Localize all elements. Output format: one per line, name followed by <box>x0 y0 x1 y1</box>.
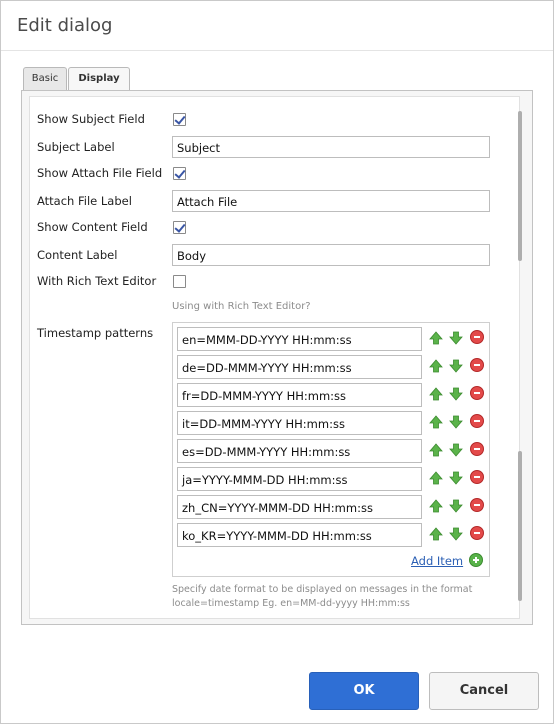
content-label-label: Content Label <box>37 248 118 262</box>
scrollbar-thumb-lower[interactable] <box>518 451 522 601</box>
move-down-icon[interactable] <box>449 499 463 513</box>
show-attach-checkbox[interactable] <box>173 167 186 180</box>
show-content-checkbox[interactable] <box>173 221 186 234</box>
timestamp-input[interactable]: fr=DD-MMM-YYYY HH:mm:ss <box>177 383 422 407</box>
move-up-icon[interactable] <box>429 359 443 373</box>
show-attach-label: Show Attach File Field <box>37 166 163 180</box>
move-up-icon[interactable] <box>429 331 443 345</box>
move-up-icon[interactable] <box>429 471 443 485</box>
move-down-icon[interactable] <box>449 471 463 485</box>
move-up-icon[interactable] <box>429 527 443 541</box>
dialog-title: Edit dialog <box>17 15 113 36</box>
move-down-icon[interactable] <box>449 443 463 457</box>
move-up-icon[interactable] <box>429 443 443 457</box>
move-down-icon[interactable] <box>449 331 463 345</box>
add-item-link[interactable]: Add Item <box>411 554 463 568</box>
timestamp-row: zh_CN=YYYY-MMM-DD HH:mm:ss <box>177 495 487 519</box>
move-up-icon[interactable] <box>429 387 443 401</box>
remove-icon[interactable] <box>470 414 484 428</box>
cancel-button[interactable]: Cancel <box>429 672 539 710</box>
timestamp-label: Timestamp patterns <box>37 326 154 340</box>
show-content-label: Show Content Field <box>37 220 148 234</box>
footer-divider <box>1 641 553 642</box>
timestamp-description: Specify date format to be displayed on m… <box>172 584 473 609</box>
timestamp-input[interactable]: ko_KR=YYYY-MMM-DD HH:mm:ss <box>177 523 422 547</box>
move-down-icon[interactable] <box>449 359 463 373</box>
add-icon[interactable] <box>469 553 483 567</box>
rich-text-label: With Rich Text Editor <box>37 274 157 288</box>
timestamp-input[interactable]: de=DD-MMM-YYYY HH:mm:ss <box>177 355 422 379</box>
move-down-icon[interactable] <box>449 387 463 401</box>
move-down-icon[interactable] <box>449 415 463 429</box>
edit-dialog: Edit dialog Basic Display Show Subject F… <box>0 0 554 724</box>
rich-text-checkbox[interactable] <box>173 275 186 288</box>
title-divider <box>1 50 553 51</box>
remove-icon[interactable] <box>470 358 484 372</box>
timestamp-row: ko_KR=YYYY-MMM-DD HH:mm:ss <box>177 523 487 547</box>
remove-icon[interactable] <box>470 442 484 456</box>
timestamp-input[interactable]: ja=YYYY-MMM-DD HH:mm:ss <box>177 467 422 491</box>
content-label-input[interactable]: Body <box>172 244 490 266</box>
tab-basic[interactable]: Basic <box>23 67 67 91</box>
subject-label-input[interactable]: Subject <box>172 136 490 158</box>
attach-label-input[interactable]: Attach File <box>172 190 490 212</box>
timestamp-row: fr=DD-MMM-YYYY HH:mm:ss <box>177 383 487 407</box>
timestamp-input[interactable]: zh_CN=YYYY-MMM-DD HH:mm:ss <box>177 495 422 519</box>
move-down-icon[interactable] <box>449 527 463 541</box>
remove-icon[interactable] <box>470 330 484 344</box>
timestamp-list: en=MMM-DD-YYYY HH:mm:ss de=DD-MMM-YYYY H… <box>172 322 490 577</box>
move-up-icon[interactable] <box>429 499 443 513</box>
show-subject-checkbox[interactable] <box>173 113 186 126</box>
timestamp-input[interactable]: en=MMM-DD-YYYY HH:mm:ss <box>177 327 422 351</box>
rich-text-hint: Using with Rich Text Editor? <box>172 301 311 312</box>
remove-icon[interactable] <box>470 386 484 400</box>
remove-icon[interactable] <box>470 498 484 512</box>
timestamp-input[interactable]: it=DD-MMM-YYYY HH:mm:ss <box>177 411 422 435</box>
subject-label-label: Subject Label <box>37 140 115 154</box>
timestamp-row: en=MMM-DD-YYYY HH:mm:ss <box>177 327 487 351</box>
scrollbar-thumb[interactable] <box>518 111 522 261</box>
ok-button[interactable]: OK <box>309 672 419 710</box>
remove-icon[interactable] <box>470 526 484 540</box>
tab-display[interactable]: Display <box>68 67 130 92</box>
timestamp-row: ja=YYYY-MMM-DD HH:mm:ss <box>177 467 487 491</box>
timestamp-row: de=DD-MMM-YYYY HH:mm:ss <box>177 355 487 379</box>
timestamp-input[interactable]: es=DD-MMM-YYYY HH:mm:ss <box>177 439 422 463</box>
move-up-icon[interactable] <box>429 415 443 429</box>
remove-icon[interactable] <box>470 470 484 484</box>
timestamp-row: es=DD-MMM-YYYY HH:mm:ss <box>177 439 487 463</box>
show-subject-label: Show Subject Field <box>37 112 145 126</box>
attach-label-label: Attach File Label <box>37 194 132 208</box>
timestamp-row: it=DD-MMM-YYYY HH:mm:ss <box>177 411 487 435</box>
